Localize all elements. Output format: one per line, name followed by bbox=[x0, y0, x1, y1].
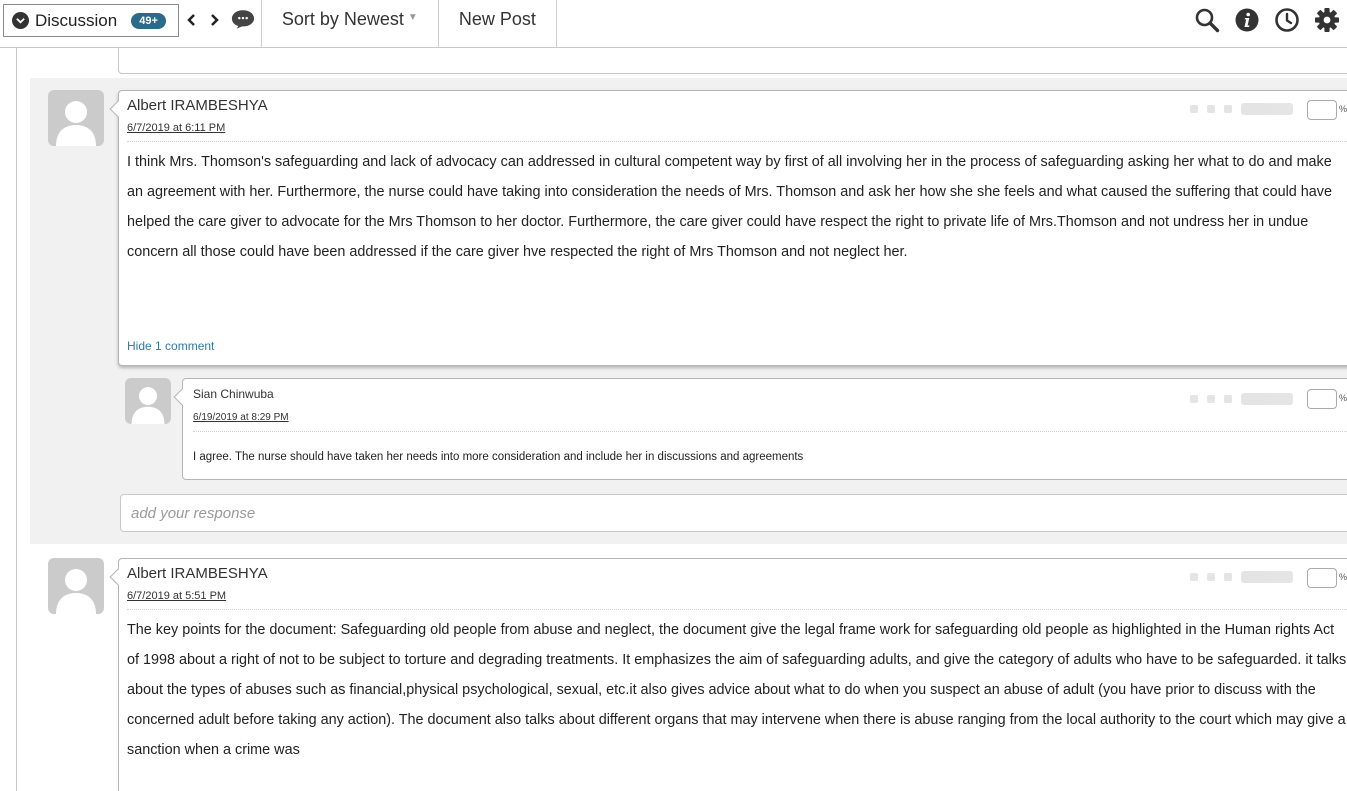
comment-actions bbox=[1190, 393, 1293, 405]
edit-icon[interactable] bbox=[1207, 105, 1215, 113]
rating-control[interactable] bbox=[1241, 103, 1293, 115]
edit-icon[interactable] bbox=[1207, 573, 1215, 581]
discussion-label: Discussion bbox=[35, 10, 118, 30]
grade-percent-label: % bbox=[1338, 104, 1347, 114]
search-icon bbox=[1195, 8, 1220, 32]
chat-bubble-icon bbox=[231, 10, 254, 29]
new-post-button[interactable]: New Post bbox=[439, 0, 556, 47]
post-author: Albert IRAMBESHYA bbox=[127, 565, 268, 582]
search-button[interactable] bbox=[1187, 0, 1227, 47]
nav-group bbox=[181, 0, 261, 47]
delete-icon[interactable] bbox=[1224, 573, 1232, 581]
response-input[interactable] bbox=[120, 494, 1347, 532]
edit-icon[interactable] bbox=[1207, 395, 1215, 403]
post-card: Albert IRAMBESHYA 6/7/2019 at 6:11 PM % … bbox=[118, 90, 1347, 366]
post-body: I think Mrs. Thomson's safeguarding and … bbox=[127, 154, 1333, 260]
post-author: Albert IRAMBESHYA bbox=[127, 97, 268, 114]
grade-checkbox[interactable] bbox=[1307, 568, 1337, 588]
info-icon bbox=[1235, 8, 1259, 31]
post-body: The key points for the document: Safegua… bbox=[127, 622, 1347, 758]
post-date[interactable]: 6/7/2019 at 6:11 PM bbox=[127, 122, 225, 134]
post-card: Albert IRAMBESHYA 6/7/2019 at 5:51 PM % … bbox=[118, 558, 1347, 791]
info-button[interactable] bbox=[1227, 0, 1267, 47]
grade-percent-label: % bbox=[1338, 393, 1347, 403]
grade-checkbox[interactable] bbox=[1307, 389, 1337, 409]
history-button[interactable] bbox=[1267, 0, 1307, 47]
post-actions bbox=[1190, 571, 1293, 583]
chat-button[interactable] bbox=[225, 5, 261, 35]
comment-card: Sian Chinwuba 6/19/2019 at 8:29 PM % I a… bbox=[182, 378, 1347, 480]
author-name[interactable]: Sian Chinwuba bbox=[193, 387, 274, 401]
grade-checkbox[interactable] bbox=[1307, 100, 1337, 120]
next-button[interactable] bbox=[203, 5, 225, 35]
post-divider bbox=[127, 141, 1347, 142]
flag-icon[interactable] bbox=[1190, 395, 1198, 403]
sort-dropdown[interactable]: Sort by Newest ▼ bbox=[262, 0, 438, 47]
avatar[interactable] bbox=[125, 378, 171, 424]
comment-divider bbox=[193, 431, 1347, 432]
post-actions bbox=[1190, 103, 1293, 115]
comment-date[interactable]: 6/19/2019 at 8:29 PM bbox=[193, 412, 289, 423]
post-date[interactable]: 6/7/2019 at 5:51 PM bbox=[127, 590, 226, 602]
flag-icon[interactable] bbox=[1190, 573, 1198, 581]
discussion-toggle-button[interactable]: Discussion 49+ bbox=[3, 4, 179, 37]
settings-gear-icon bbox=[1315, 7, 1339, 32]
comment-body: I agree. The nurse should have taken her… bbox=[193, 451, 804, 463]
avatar[interactable] bbox=[48, 558, 104, 614]
hide-comments-link[interactable]: Hide 1 comment bbox=[127, 339, 214, 353]
history-clock-icon bbox=[1275, 7, 1299, 32]
rating-control[interactable] bbox=[1241, 571, 1293, 583]
caret-down-icon: ▼ bbox=[407, 12, 418, 23]
sort-label: Sort by Newest bbox=[281, 9, 404, 29]
flag-icon[interactable] bbox=[1190, 105, 1198, 113]
post-divider bbox=[127, 609, 1347, 610]
rating-control[interactable] bbox=[1241, 393, 1293, 405]
delete-icon[interactable] bbox=[1224, 395, 1232, 403]
prev-arrow-icon bbox=[187, 13, 195, 26]
feed-left-rail bbox=[16, 48, 17, 791]
new-post-label: New Post bbox=[458, 9, 536, 29]
delete-icon[interactable] bbox=[1224, 105, 1232, 113]
discussion-toolbar: Discussion 49+ Sort by Newest ▼ New Post bbox=[0, 0, 1347, 48]
next-arrow-icon bbox=[210, 13, 219, 26]
author-name[interactable]: Albert IRAMBESHYA bbox=[127, 97, 268, 114]
comment-author: Sian Chinwuba bbox=[193, 387, 274, 401]
prev-button[interactable] bbox=[181, 5, 203, 35]
chevron-down-icon bbox=[12, 12, 29, 29]
author-name[interactable]: Albert IRAMBESHYA bbox=[127, 565, 268, 582]
settings-button[interactable] bbox=[1307, 0, 1347, 47]
post-count-badge: 49+ bbox=[131, 12, 166, 29]
avatar[interactable] bbox=[48, 90, 104, 146]
grade-percent-label: % bbox=[1338, 572, 1347, 582]
